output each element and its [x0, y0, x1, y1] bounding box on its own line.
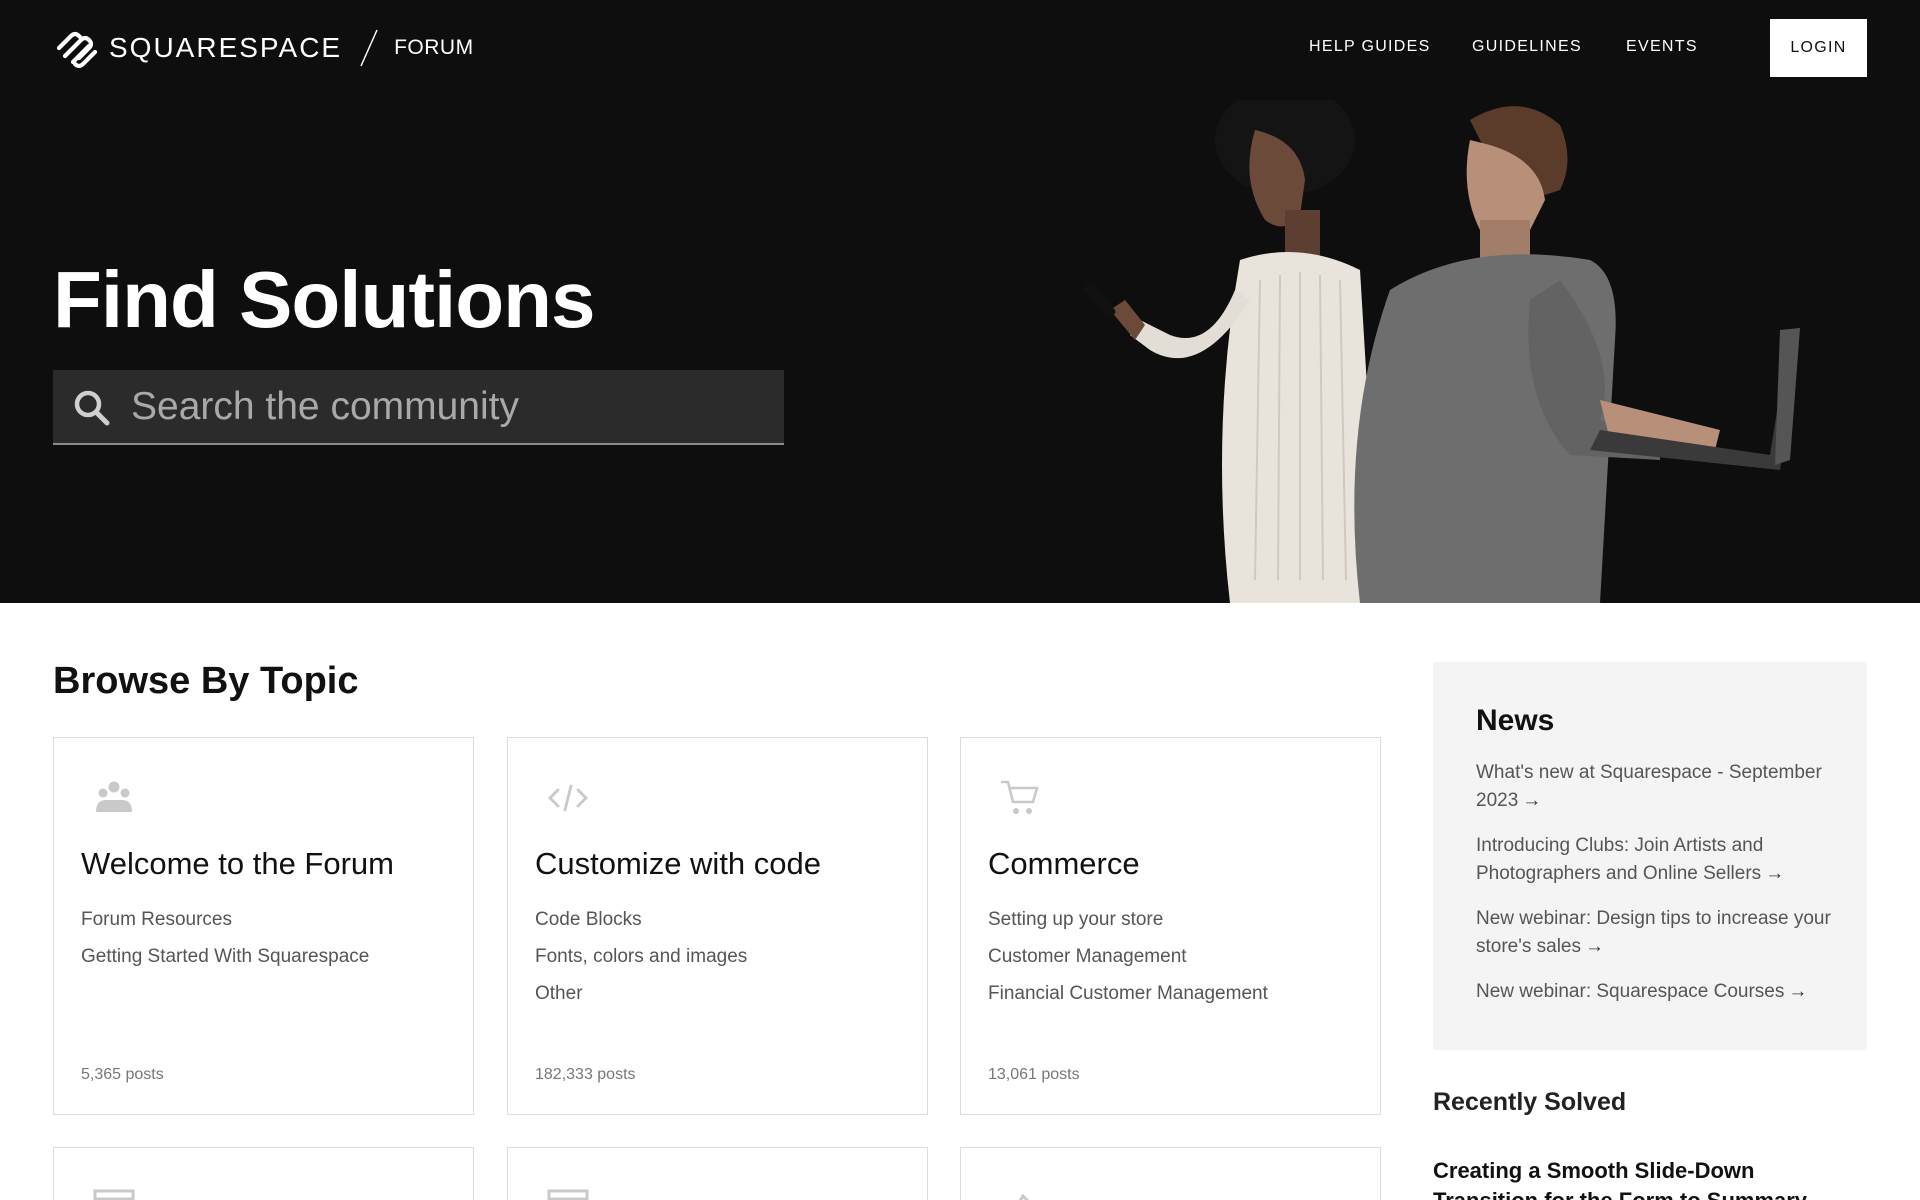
card-link-list: Code Blocks Fonts, colors and images Oth… — [535, 908, 747, 1019]
brand-name: SQUARESPACE — [109, 32, 343, 63]
arrow-right-icon: → — [1522, 790, 1542, 811]
card-link[interactable]: Customer Management — [988, 945, 1268, 982]
news-link[interactable]: New webinar: Squarespace Courses — [1476, 981, 1784, 1002]
hero-people-photo — [1084, 100, 1800, 603]
card-link[interactable]: Setting up your store — [988, 908, 1268, 945]
card-link[interactable]: Code Blocks — [535, 908, 747, 945]
recently-solved-heading: Recently Solved — [1433, 1088, 1627, 1116]
community-icon — [96, 781, 132, 812]
top-navigation: SQUARESPACE FORUM HELP GUIDES GUIDELINES… — [0, 0, 1920, 96]
post-count: 5,365 posts — [81, 1066, 164, 1083]
news-item[interactable]: What's new at Squarespace - September 20… — [1476, 759, 1846, 815]
news-link[interactable]: Introducing Clubs: Join Artists and Phot… — [1476, 835, 1763, 884]
card-title[interactable]: Commerce — [988, 846, 1140, 882]
recently-solved-link[interactable]: Creating a Smooth Slide-Down Transition … — [1433, 1156, 1833, 1200]
topic-card-customize-code[interactable]: Customize with code Code Blocks Fonts, c… — [507, 737, 928, 1115]
news-heading: News — [1476, 704, 1555, 737]
search-input[interactable] — [131, 370, 771, 443]
cart-icon — [1001, 780, 1039, 814]
nav-help-guides[interactable]: HELP GUIDES — [1309, 38, 1431, 56]
squarespace-logo-icon — [56, 31, 98, 68]
card-link[interactable]: Financial Customer Management — [988, 982, 1268, 1019]
nav-events[interactable]: EVENTS — [1626, 38, 1698, 56]
topic-card-partial[interactable] — [53, 1147, 474, 1200]
arrow-right-icon: → — [1765, 863, 1785, 884]
layout-icon — [93, 1189, 135, 1200]
woman-figure — [1084, 100, 1380, 603]
news-link[interactable]: New webinar: Design tips to increase you… — [1476, 908, 1831, 957]
browse-by-topic-heading: Browse By Topic — [53, 660, 359, 702]
nav-guidelines[interactable]: GUIDELINES — [1472, 38, 1582, 56]
code-icon — [548, 784, 588, 812]
hero-banner: SQUARESPACE FORUM HELP GUIDES GUIDELINES… — [0, 0, 1920, 603]
login-button[interactable]: LOGIN — [1770, 19, 1867, 77]
topic-card-welcome[interactable]: Welcome to the Forum Forum Resources Get… — [53, 737, 474, 1115]
man-figure — [1354, 106, 1800, 603]
news-list: What's new at Squarespace - September 20… — [1476, 759, 1846, 1023]
post-count: 13,061 posts — [988, 1066, 1080, 1083]
card-link[interactable]: Other — [535, 982, 747, 1019]
news-item[interactable]: New webinar: Squarespace Courses → — [1476, 978, 1846, 1006]
arrow-right-icon: → — [1585, 936, 1605, 957]
card-link-list: Forum Resources Getting Started With Squ… — [81, 908, 369, 982]
brand[interactable]: SQUARESPACE FORUM — [53, 28, 474, 68]
search-box[interactable] — [53, 370, 784, 445]
topic-card-partial[interactable] — [960, 1147, 1381, 1200]
hero-title: Find Solutions — [53, 255, 595, 344]
divider-slash — [360, 29, 378, 67]
tag-icon — [1018, 1193, 1030, 1200]
news-item[interactable]: Introducing Clubs: Join Artists and Phot… — [1476, 832, 1846, 888]
topic-card-commerce[interactable]: Commerce Setting up your store Customer … — [960, 737, 1381, 1115]
topic-card-partial[interactable] — [507, 1147, 928, 1200]
post-count: 182,333 posts — [535, 1066, 636, 1083]
card-link[interactable]: Forum Resources — [81, 908, 369, 945]
card-link[interactable]: Fonts, colors and images — [535, 945, 747, 982]
news-item[interactable]: New webinar: Design tips to increase you… — [1476, 905, 1846, 961]
arrow-right-icon: → — [1788, 981, 1808, 1002]
news-panel: News What's new at Squarespace - Septemb… — [1433, 662, 1867, 1050]
card-title[interactable]: Customize with code — [535, 846, 821, 882]
card-link-list: Setting up your store Customer Managemen… — [988, 908, 1268, 1019]
card-title[interactable]: Welcome to the Forum — [81, 846, 394, 882]
brand-section-label: FORUM — [394, 36, 474, 59]
search-icon — [74, 390, 110, 426]
window-icon — [547, 1189, 589, 1200]
card-link[interactable]: Getting Started With Squarespace — [81, 945, 369, 982]
